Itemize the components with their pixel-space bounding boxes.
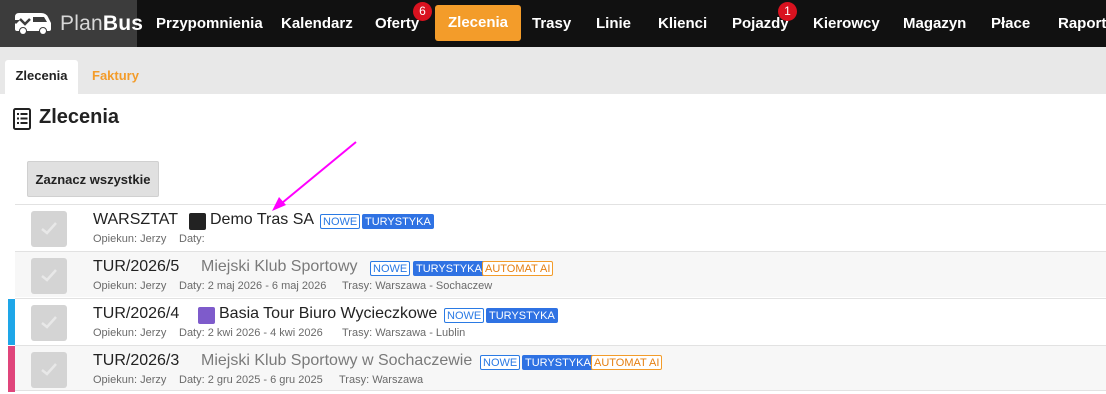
tag-nowe: NOWE [444, 308, 485, 323]
client-color-swatch [198, 307, 215, 324]
page-title: Zlecenia [39, 106, 120, 128]
pojazdy-count-badge: 1 [778, 2, 797, 21]
order-row[interactable]: TUR/2026/5 Miejski Klub Sportowy NOWE TU… [15, 251, 1106, 297]
order-dates: Daty: 2 gru 2025 - 6 gru 2025 [179, 374, 323, 386]
top-navbar: PlanBus Przypomnienia Kalendarz Oferty 6… [0, 0, 1106, 47]
brand-plan: Plan [60, 12, 103, 35]
nav-item-raporty[interactable]: Raporty [1058, 0, 1106, 47]
order-row[interactable]: TUR/2026/3 Miejski Klub Sportowy w Socha… [8, 345, 1106, 392]
select-all-button[interactable]: Zaznacz wszystkie [27, 161, 159, 197]
order-number: TUR/2026/3 [93, 352, 180, 369]
order-routes: Trasy: Warszawa [339, 374, 424, 386]
checkmark-icon [41, 316, 57, 329]
nav-item-zlecenia[interactable]: Zlecenia [435, 5, 522, 41]
order-row[interactable]: TUR/2026/4 Basia Tour Biuro Wycieczkowe … [8, 298, 1106, 345]
brand-name: PlanBus [60, 12, 143, 36]
order-routes: Trasy: Warszawa - Lublin [342, 327, 466, 339]
order-opiekun: Opiekun: Jerzy [93, 327, 167, 339]
tag-turystyka: TURYSTYKA [413, 261, 485, 276]
order-opiekun: Opiekun: Jerzy [93, 280, 167, 292]
brand-bus: Bus [102, 12, 144, 35]
row-checkbox[interactable] [31, 211, 67, 247]
row-checkbox[interactable] [31, 352, 67, 388]
tag-turystyka: TURYSTYKA [362, 214, 434, 229]
client-name[interactable]: Demo Tras SA [210, 211, 314, 229]
checkmark-icon [41, 363, 57, 376]
nav-item-oferty[interactable]: Oferty 6 [375, 0, 432, 47]
app-logo[interactable]: PlanBus [0, 0, 143, 47]
order-opiekun: Opiekun: Jerzy [93, 374, 167, 386]
client-color-swatch [189, 213, 206, 230]
row-status-stripe [8, 346, 15, 392]
tag-turystyka: TURYSTYKA [522, 355, 594, 370]
client-name[interactable]: Miejski Klub Sportowy w Sochaczewie [201, 352, 472, 370]
tab-faktury[interactable]: Faktury [92, 60, 139, 94]
nav-item-trasy[interactable]: Trasy [532, 0, 571, 47]
nav-item-magazyn[interactable]: Magazyn [903, 0, 966, 47]
order-opiekun: Opiekun: Jerzy [93, 233, 167, 245]
row-checkbox[interactable] [31, 305, 67, 341]
order-dates: Daty: 2 kwi 2026 - 4 kwi 2026 [179, 327, 323, 339]
tag-turystyka: TURYSTYKA [486, 308, 558, 323]
row-status-stripe [8, 299, 15, 345]
oferty-count-badge: 6 [413, 2, 432, 21]
nav-item-place[interactable]: Płace [991, 0, 1030, 47]
order-number: TUR/2026/4 [93, 305, 180, 322]
order-number: WARSZTAT [93, 211, 179, 228]
nav-item-kalendarz[interactable]: Kalendarz [281, 0, 353, 47]
document-list-icon [13, 108, 31, 130]
tag-automat-ai: AUTOMAT AI [482, 261, 554, 276]
nav-item-kierowcy[interactable]: Kierowcy [813, 0, 880, 47]
bus-icon [12, 13, 51, 34]
nav-item-pojazdy[interactable]: Pojazdy 1 [732, 0, 797, 47]
order-number: TUR/2026/5 [93, 258, 180, 275]
client-name[interactable]: Basia Tour Biuro Wycieczkowe [219, 305, 437, 323]
tag-automat-ai: AUTOMAT AI [591, 355, 663, 370]
client-name[interactable]: Miejski Klub Sportowy [201, 258, 358, 276]
nav-item-przypomnienia[interactable]: Przypomnienia [156, 0, 263, 47]
nav-item-oferty-label: Oferty [375, 15, 420, 32]
checkmark-icon [41, 269, 57, 282]
tab-zlecenia[interactable]: Zlecenia [5, 60, 78, 94]
nav-item-klienci[interactable]: Klienci [658, 0, 707, 47]
subtab-bar [0, 47, 1106, 94]
nav-item-linie[interactable]: Linie [596, 0, 631, 47]
order-dates: Daty: [179, 233, 205, 245]
row-checkbox[interactable] [31, 258, 67, 294]
order-dates: Daty: 2 maj 2026 - 6 maj 2026 [179, 280, 327, 292]
tag-nowe: NOWE [320, 214, 361, 229]
tag-nowe: NOWE [370, 261, 411, 276]
order-routes: Trasy: Warszawa - Sochaczew [342, 280, 493, 292]
tag-nowe: NOWE [480, 355, 521, 370]
order-row[interactable]: WARSZTAT Demo Tras SA NOWE TURYSTYKA Opi… [15, 204, 1106, 250]
checkmark-icon [41, 222, 57, 235]
